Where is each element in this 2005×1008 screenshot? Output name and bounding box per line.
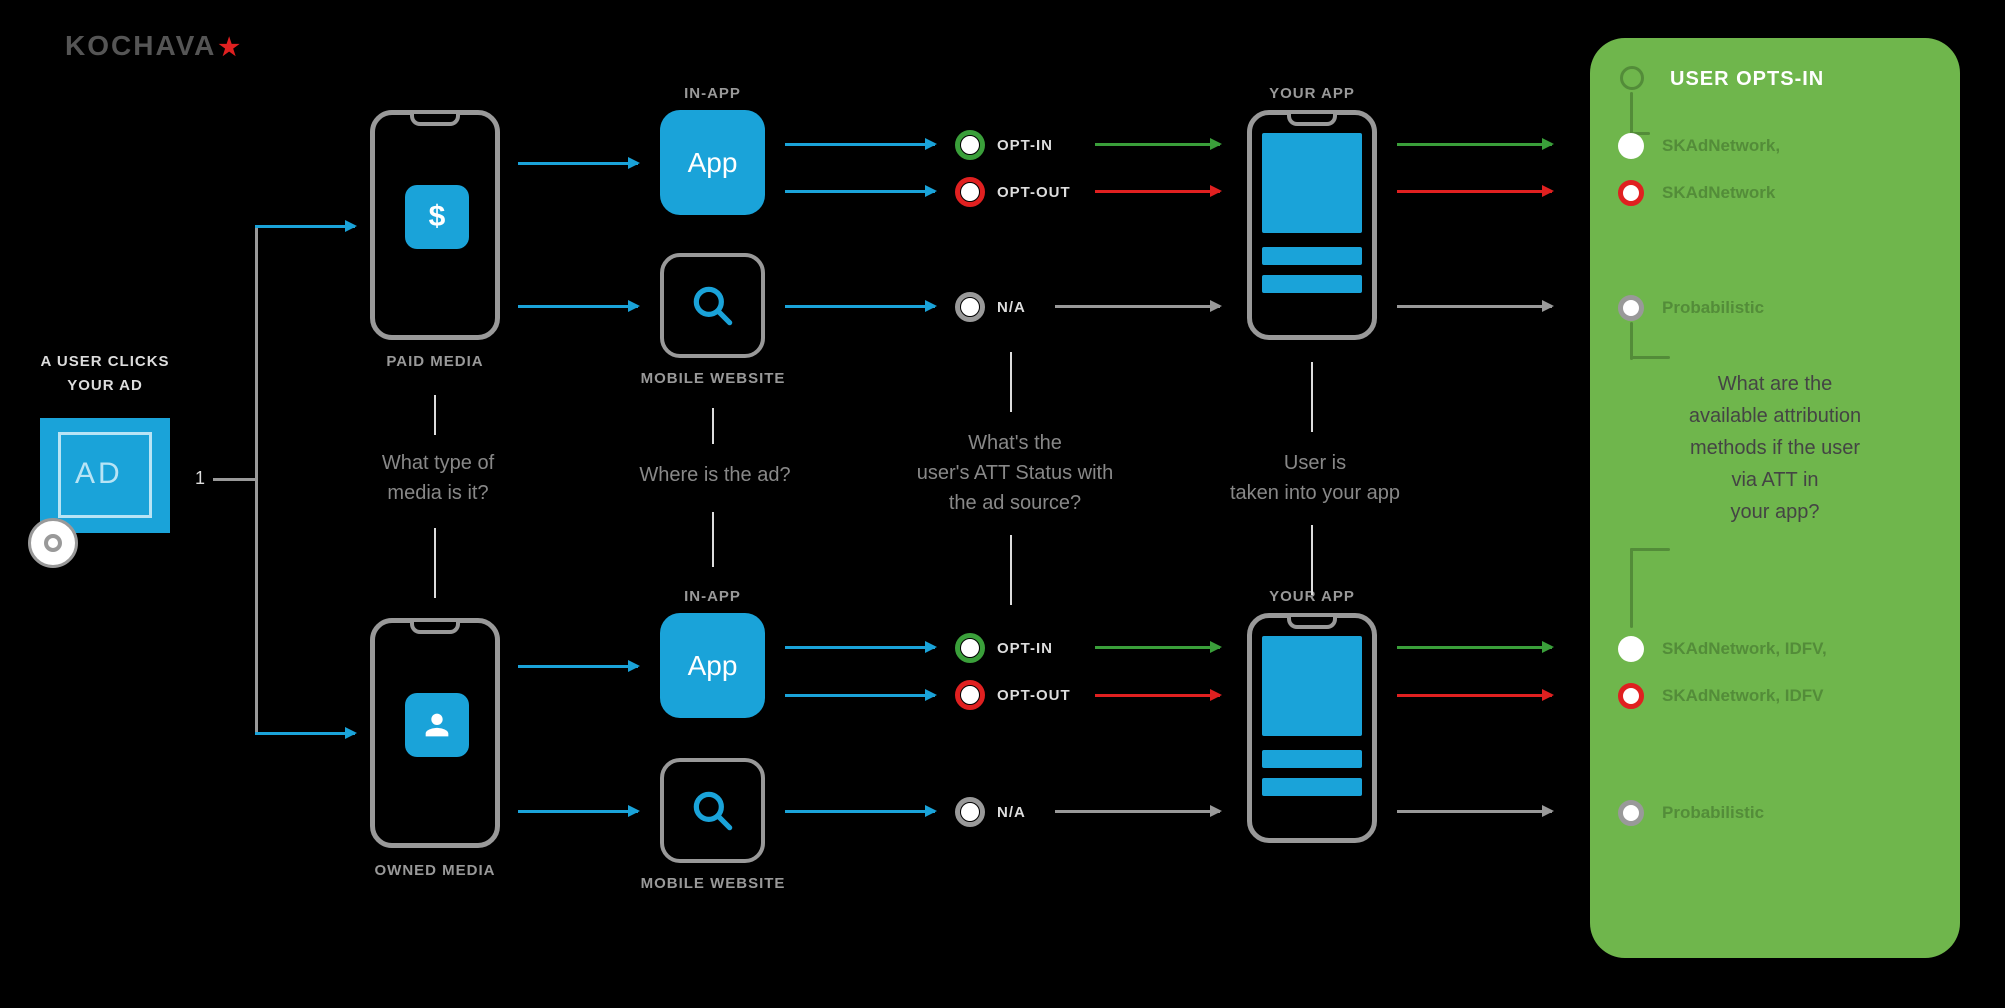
connector [1630, 548, 1633, 628]
ad-box: AD [40, 418, 170, 533]
star-icon: ★ [218, 34, 242, 61]
website-label-bottom: MOBILE WEBSITE [633, 875, 793, 892]
inapp-label-top: IN-APP [660, 85, 765, 102]
result-row: Probabilistic [1618, 800, 1764, 826]
connector [1630, 356, 1670, 359]
paid-media-phone: $ [370, 110, 500, 340]
status-na-bottom: N/A [955, 797, 1026, 827]
result-dot-icon [1618, 180, 1644, 206]
owned-media-label: OWNED MEDIA [370, 862, 500, 879]
connector [1630, 548, 1670, 551]
result-row: SKAdNetwork, [1618, 133, 1780, 159]
arrow [1095, 646, 1220, 649]
separator [712, 408, 714, 444]
arrow [1055, 305, 1220, 308]
result-dot-icon [1618, 683, 1644, 709]
cursor-target-icon [28, 518, 78, 568]
status-optin-top: OPT-IN [955, 130, 1053, 160]
separator [712, 512, 714, 567]
inapp-box-bottom: App [660, 613, 765, 718]
arrow [1397, 810, 1552, 813]
inapp-box-top: App [660, 110, 765, 215]
separator [1010, 352, 1012, 412]
arrow [1397, 190, 1552, 193]
result-row: SKAdNetwork, IDFV, [1618, 636, 1827, 662]
arrow [1095, 143, 1220, 146]
status-optout-top: OPT-OUT [955, 177, 1071, 207]
website-box-top [660, 253, 765, 358]
arrow [1397, 143, 1552, 146]
arrow [255, 732, 355, 735]
arrow [785, 305, 935, 308]
title-dot-icon [1620, 66, 1644, 90]
arrow [255, 225, 355, 228]
separator [1311, 362, 1313, 432]
separator [1010, 535, 1012, 605]
arrow [785, 694, 935, 697]
na-dot-icon [955, 292, 985, 322]
arrow [785, 646, 935, 649]
optout-dot-icon [955, 177, 985, 207]
yourapp-question: User is taken into your app [1210, 448, 1420, 508]
optin-dot-icon [955, 130, 985, 160]
separator [434, 395, 436, 435]
paid-media-label: PAID MEDIA [370, 353, 500, 370]
avatar-icon [405, 693, 469, 757]
arrow [1397, 646, 1552, 649]
search-icon [688, 281, 738, 331]
result-row: SKAdNetwork, IDFV [1618, 683, 1824, 709]
arrow [518, 162, 638, 165]
connector [255, 225, 258, 735]
search-icon [688, 786, 738, 836]
arrow [785, 810, 935, 813]
yourapp-phone-bottom [1247, 613, 1377, 843]
yourapp-phone-top [1247, 110, 1377, 340]
connector [1630, 92, 1633, 134]
start-label: A USER CLICKSYOUR AD [40, 350, 170, 398]
yourapp-label-top: YOUR APP [1247, 85, 1377, 102]
panel-title: USER OPTS-IN [1670, 68, 1940, 91]
logo-text: KOCHAVA [65, 30, 216, 61]
arrow [518, 305, 638, 308]
arrow [518, 810, 638, 813]
step-number: 1 [195, 468, 205, 489]
ad-label: AD [75, 457, 123, 491]
result-panel: USER OPTS-IN SKAdNetwork, SKAdNetwork Pr… [1590, 38, 1960, 958]
arrow [1397, 305, 1552, 308]
source-question: Where is the ad? [620, 460, 810, 490]
separator [434, 528, 436, 598]
media-question: What type of media is it? [368, 448, 508, 508]
optout-dot-icon [955, 680, 985, 710]
arrow [785, 190, 935, 193]
arrow [1397, 694, 1552, 697]
connector [1630, 322, 1633, 360]
owned-media-phone [370, 618, 500, 848]
result-row: SKAdNetwork [1618, 180, 1775, 206]
result-dot-icon [1618, 636, 1644, 662]
inapp-label-bottom: IN-APP [660, 588, 765, 605]
website-label-top: MOBILE WEBSITE [633, 370, 793, 387]
panel-question: What are the available attribution metho… [1645, 368, 1905, 528]
separator [1311, 525, 1313, 595]
result-row: Probabilistic [1618, 295, 1764, 321]
result-dot-icon [1618, 800, 1644, 826]
connector [213, 478, 258, 481]
arrow [785, 143, 935, 146]
optin-dot-icon [955, 633, 985, 663]
arrow [1055, 810, 1220, 813]
dollar-icon: $ [405, 185, 469, 249]
att-question: What's the user's ATT Status with the ad… [905, 428, 1125, 518]
arrow [1095, 694, 1220, 697]
arrow [1095, 190, 1220, 193]
website-box-bottom [660, 758, 765, 863]
result-dot-icon [1618, 133, 1644, 159]
status-na-top: N/A [955, 292, 1026, 322]
kochava-logo: KOCHAVA★ [65, 30, 242, 62]
arrow [518, 665, 638, 668]
na-dot-icon [955, 797, 985, 827]
status-optout-bottom: OPT-OUT [955, 680, 1071, 710]
result-dot-icon [1618, 295, 1644, 321]
status-optin-bottom: OPT-IN [955, 633, 1053, 663]
